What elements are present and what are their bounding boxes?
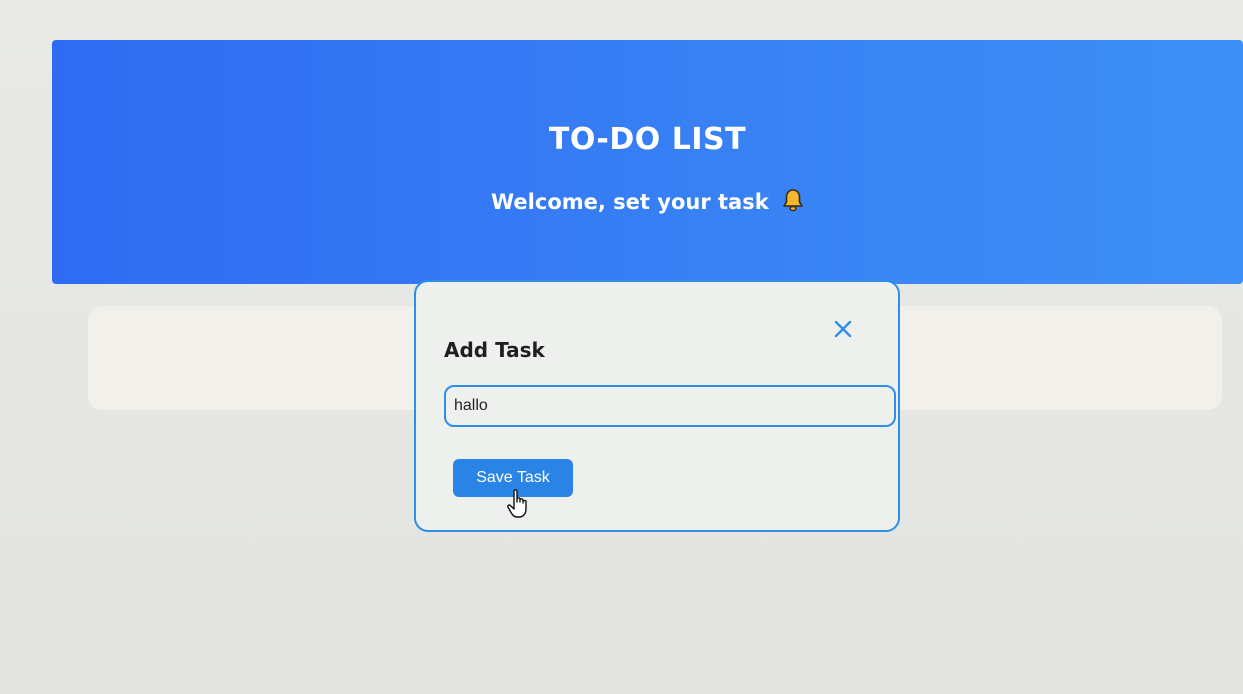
add-task-modal: Add Task Save Task	[414, 280, 900, 532]
welcome-subtitle: Welcome, set your task	[52, 188, 1243, 217]
modal-title: Add Task	[444, 338, 545, 362]
page-title: TO-DO LIST	[548, 122, 747, 157]
welcome-text: Welcome, set your task	[491, 190, 769, 214]
bell-icon	[782, 188, 804, 217]
hand-pointer-icon	[506, 488, 532, 520]
close-button[interactable]	[832, 318, 854, 340]
close-icon	[834, 320, 852, 338]
header-banner: TO-DO LIST Welcome, set your task	[52, 40, 1243, 284]
task-input[interactable]	[444, 385, 896, 427]
